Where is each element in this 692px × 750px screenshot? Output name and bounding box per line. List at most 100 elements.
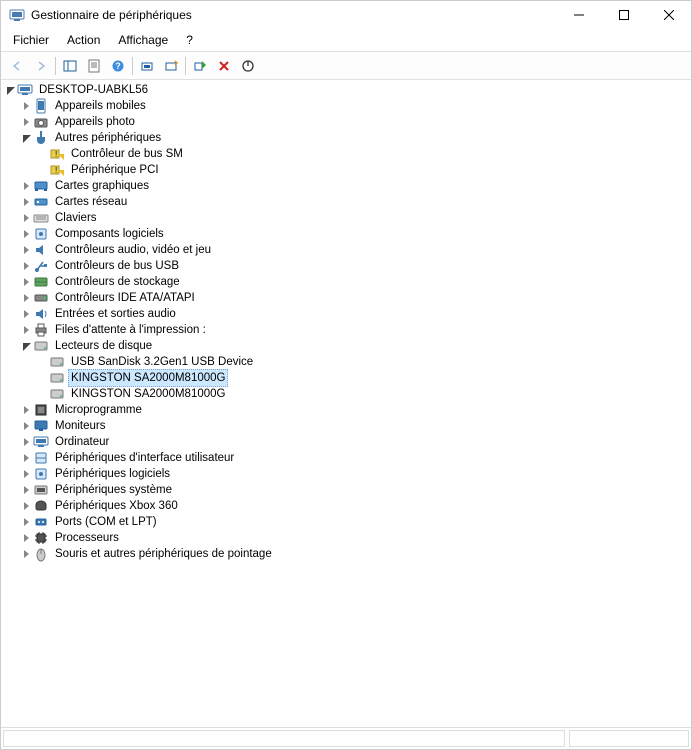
expander-icon[interactable]: [19, 467, 33, 481]
disk-drive-icon: [33, 338, 49, 354]
expander-icon[interactable]: [19, 243, 33, 257]
menu-help[interactable]: ?: [178, 31, 201, 49]
enable-device-button[interactable]: [188, 55, 212, 77]
category-ports[interactable]: Ports (COM et LPT): [1, 514, 691, 530]
category-cpu[interactable]: Processeurs: [1, 530, 691, 546]
expander-icon[interactable]: [19, 403, 33, 417]
expander-icon[interactable]: [19, 483, 33, 497]
expander-icon[interactable]: [19, 547, 33, 561]
maximize-button[interactable]: [601, 1, 646, 29]
audio-icon: [33, 242, 49, 258]
category-firmware[interactable]: Microprogramme: [1, 402, 691, 418]
tree-root[interactable]: DESKTOP-UABKL56: [1, 82, 691, 98]
expander-icon[interactable]: [19, 259, 33, 273]
category-network[interactable]: Cartes réseau: [1, 194, 691, 210]
expander-icon[interactable]: [19, 323, 33, 337]
window-title: Gestionnaire de périphériques: [31, 8, 556, 22]
device-tree[interactable]: DESKTOP-UABKL56 Appareils mobiles Appare…: [1, 80, 691, 727]
expander-icon[interactable]: [19, 195, 33, 209]
expander-icon[interactable]: [3, 83, 17, 97]
processor-icon: [33, 530, 49, 546]
expander-icon[interactable]: [19, 515, 33, 529]
network-adapter-icon: [33, 194, 49, 210]
back-button[interactable]: [5, 55, 29, 77]
expander-icon[interactable]: [19, 307, 33, 321]
forward-button[interactable]: [29, 55, 53, 77]
category-audio-io[interactable]: Entrées et sorties audio: [1, 306, 691, 322]
expander-icon[interactable]: [19, 211, 33, 225]
properties-button[interactable]: [82, 55, 106, 77]
category-keyboard[interactable]: Claviers: [1, 210, 691, 226]
expander-icon[interactable]: [19, 435, 33, 449]
menu-file[interactable]: Fichier: [5, 31, 57, 49]
category-label: Composants logiciels: [52, 226, 167, 242]
category-mouse[interactable]: Souris et autres périphériques de pointa…: [1, 546, 691, 562]
category-ide[interactable]: Contrôleurs IDE ATA/ATAPI: [1, 290, 691, 306]
toolbar-separator: [132, 57, 133, 75]
disable-device-button[interactable]: [236, 55, 260, 77]
category-usb[interactable]: Contrôleurs de bus USB: [1, 258, 691, 274]
close-button[interactable]: [646, 1, 691, 29]
expander-icon[interactable]: [19, 451, 33, 465]
statusbar-cell: [3, 730, 565, 747]
scan-hardware-button[interactable]: [159, 55, 183, 77]
minimize-button[interactable]: [556, 1, 601, 29]
expander-icon[interactable]: [19, 115, 33, 129]
expander-icon[interactable]: [19, 531, 33, 545]
keyboard-icon: [33, 210, 49, 226]
category-computer[interactable]: Ordinateur: [1, 434, 691, 450]
help-button[interactable]: ?: [106, 55, 130, 77]
svg-text:?: ?: [115, 61, 121, 71]
device-disk-kingston-1[interactable]: KINGSTON SA2000M81000G: [1, 370, 691, 386]
warning-device-icon: !: [49, 162, 65, 178]
category-camera[interactable]: Appareils photo: [1, 114, 691, 130]
menu-action[interactable]: Action: [59, 31, 108, 49]
device-smbus[interactable]: ! Contrôleur de bus SM: [1, 146, 691, 162]
ports-icon: [33, 514, 49, 530]
expander-icon[interactable]: [19, 99, 33, 113]
menu-view[interactable]: Affichage: [110, 31, 176, 49]
category-label: Microprogramme: [52, 402, 145, 418]
uninstall-device-button[interactable]: [212, 55, 236, 77]
firmware-icon: [33, 402, 49, 418]
expander-icon[interactable]: [19, 275, 33, 289]
expander-icon[interactable]: [19, 419, 33, 433]
toolbar: ?: [1, 52, 691, 80]
category-printqueue[interactable]: Files d'attente à l'impression :: [1, 322, 691, 338]
expander-icon[interactable]: [19, 499, 33, 513]
category-disk[interactable]: Lecteurs de disque: [1, 338, 691, 354]
category-softdev[interactable]: Périphériques logiciels: [1, 466, 691, 482]
device-disk-kingston-2[interactable]: KINGSTON SA2000M81000G: [1, 386, 691, 402]
update-driver-button[interactable]: [135, 55, 159, 77]
camera-icon: [33, 114, 49, 130]
device-label: Périphérique PCI: [68, 162, 162, 178]
category-display[interactable]: Cartes graphiques: [1, 178, 691, 194]
device-disk-usb[interactable]: USB SanDisk 3.2Gen1 USB Device: [1, 354, 691, 370]
category-storage[interactable]: Contrôleurs de stockage: [1, 274, 691, 290]
disk-drive-icon: [49, 354, 65, 370]
expander-icon[interactable]: [19, 339, 33, 353]
expander-icon[interactable]: [19, 227, 33, 241]
category-sysdev[interactable]: Périphériques système: [1, 482, 691, 498]
software-device-icon: [33, 466, 49, 482]
expander-icon[interactable]: [19, 179, 33, 193]
expander-icon[interactable]: [19, 291, 33, 305]
category-mobile[interactable]: Appareils mobiles: [1, 98, 691, 114]
category-software[interactable]: Composants logiciels: [1, 226, 691, 242]
category-audio[interactable]: Contrôleurs audio, vidéo et jeu: [1, 242, 691, 258]
category-monitor[interactable]: Moniteurs: [1, 418, 691, 434]
show-hide-console-button[interactable]: [58, 55, 82, 77]
category-label: Moniteurs: [52, 418, 109, 434]
category-label: Périphériques Xbox 360: [52, 498, 181, 514]
storage-controller-icon: [33, 274, 49, 290]
device-pci[interactable]: ! Périphérique PCI: [1, 162, 691, 178]
category-xbox[interactable]: Périphériques Xbox 360: [1, 498, 691, 514]
tree-root-label: DESKTOP-UABKL56: [36, 82, 151, 98]
category-label: Cartes réseau: [52, 194, 130, 210]
category-hid[interactable]: Périphériques d'interface utilisateur: [1, 450, 691, 466]
menubar: Fichier Action Affichage ?: [1, 29, 691, 52]
expander-icon[interactable]: [19, 131, 33, 145]
category-label: Autres périphériques: [52, 130, 164, 146]
category-other[interactable]: Autres périphériques: [1, 130, 691, 146]
category-label: Ordinateur: [52, 434, 112, 450]
